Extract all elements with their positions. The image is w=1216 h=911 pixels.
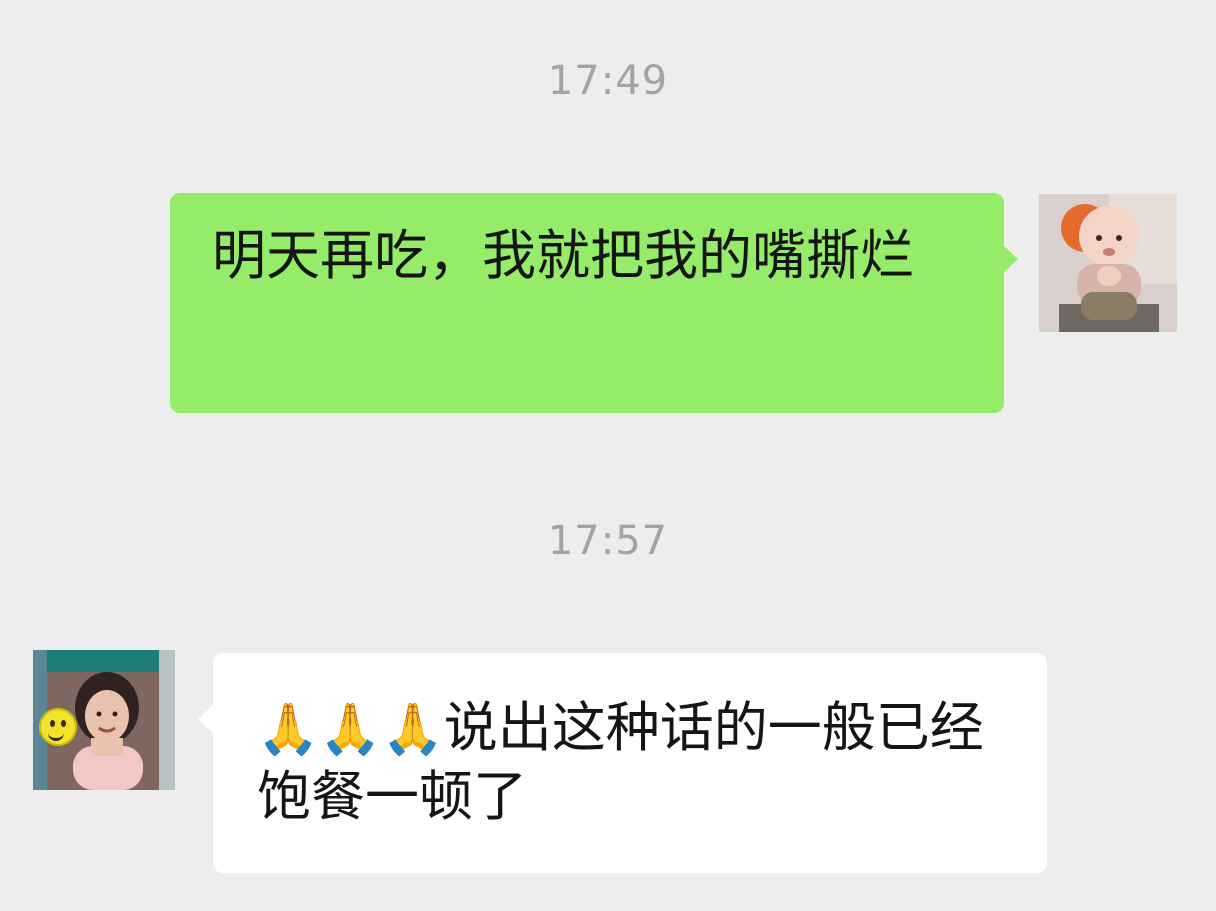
timestamp: 17:57 bbox=[547, 518, 669, 564]
incoming-message-bubble[interactable]: 🙏🙏🙏说出这种话的一般已经饱餐一顿了 bbox=[198, 653, 1047, 873]
message-text: 明天再吃，我就把我的嘴撕烂 bbox=[212, 224, 914, 287]
baby-avatar[interactable] bbox=[1039, 194, 1177, 332]
timestamp: 17:49 bbox=[547, 58, 669, 104]
outgoing-message-bubble[interactable]: 明天再吃，我就把我的嘴撕烂 bbox=[170, 193, 1018, 413]
woman-avatar[interactable] bbox=[33, 650, 175, 790]
baby-photo-icon bbox=[1039, 194, 1177, 332]
pray-emoji: 🙏🙏🙏 bbox=[257, 700, 444, 758]
